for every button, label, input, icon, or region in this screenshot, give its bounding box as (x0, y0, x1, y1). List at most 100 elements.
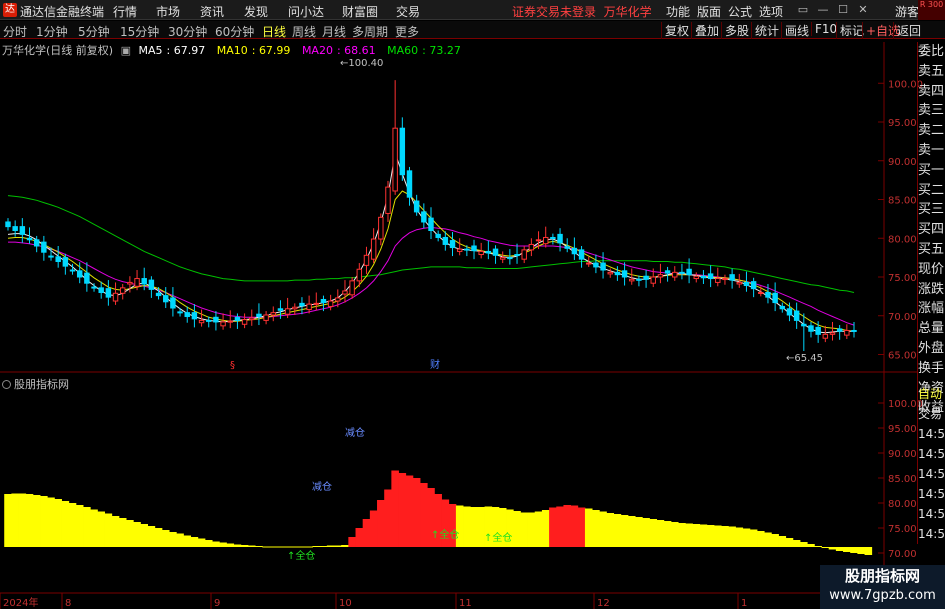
candle-body (514, 254, 520, 257)
indicator-bar (18, 493, 27, 547)
indicator-bar (334, 545, 342, 547)
indicator-bar (785, 538, 794, 547)
indicator-bar (219, 542, 227, 547)
candle-body (363, 254, 370, 266)
indicator-bar (721, 526, 729, 547)
candle-body (349, 280, 355, 296)
candle-body (743, 281, 750, 287)
indicator-toggle-icon[interactable] (2, 380, 11, 389)
indicator-bar (850, 547, 858, 553)
indicator-bar (685, 523, 693, 547)
indicator-bar (742, 528, 751, 547)
candle-body (557, 233, 563, 244)
indicator-bar (857, 547, 865, 554)
candle-body (413, 200, 420, 213)
indicator-bar (649, 519, 658, 547)
indicator-bar (412, 478, 421, 547)
candle-body (564, 246, 570, 249)
candle-body (241, 319, 248, 325)
trade-sidebar: 自动 交易 14:56 14:56 14:56 14:56 14:56 14:5… (917, 384, 945, 544)
candle-body (464, 248, 470, 251)
x-tick-label: 12 (597, 598, 610, 609)
candle-body (700, 275, 707, 279)
candle-body (370, 238, 377, 260)
y-tick-label: 75.00 (888, 273, 917, 284)
sb-trade[interactable]: 交易 (918, 404, 945, 424)
candle-body (378, 216, 384, 240)
sb-sell4: 卖四 (918, 83, 945, 99)
indicator-bar (642, 518, 650, 547)
indicator-bar (778, 536, 787, 547)
candle-body (736, 281, 743, 285)
candle-body (808, 325, 814, 332)
candle-body (499, 257, 506, 260)
candle-body (342, 290, 348, 295)
indicator-bar (90, 509, 98, 547)
candle-body (765, 292, 771, 298)
candle-body (822, 333, 829, 339)
candle-body (779, 305, 786, 310)
candle-body (69, 269, 76, 272)
indicator-bar (570, 505, 579, 547)
candle-body (686, 268, 692, 276)
event-mark-finance[interactable]: 财 (430, 358, 440, 371)
candle-body (528, 243, 535, 251)
candle-body (629, 278, 635, 282)
candle-body (643, 275, 649, 280)
y-tick-label: 90.00 (888, 157, 917, 168)
sb-weibi: 委比 (918, 44, 945, 59)
sb-sell5: 卖五 (918, 63, 945, 79)
indicator-bar (735, 527, 744, 547)
candle-body (62, 257, 69, 267)
y-tick-label: 80.00 (888, 234, 917, 245)
candle-body (220, 321, 226, 327)
indicator-bar (226, 543, 235, 547)
candle-body (263, 314, 269, 321)
indicator-bar (549, 507, 557, 547)
candle-body (578, 249, 585, 260)
sb-time: 14:56 (918, 507, 945, 521)
ma5-line (7, 152, 854, 334)
candle-body (614, 271, 621, 276)
candle-body (213, 316, 219, 323)
candle-body (91, 286, 97, 289)
candle-body (292, 306, 298, 310)
candle-body (758, 292, 764, 294)
indicator-bar (577, 507, 586, 547)
indicator-bar (240, 545, 249, 547)
indicator-bar (384, 489, 392, 547)
indicator-bar (792, 540, 801, 547)
indicator-bar (670, 522, 679, 547)
indicator-bar (183, 535, 192, 547)
indicator-bar (40, 496, 48, 547)
indicator-bar (283, 546, 292, 548)
indicator-bar (800, 542, 808, 547)
watermark: 股朋指标网 www.7gpzb.com (820, 565, 945, 609)
candle-body (335, 297, 341, 302)
candle-body (650, 276, 656, 284)
candle-body (163, 295, 169, 303)
candle-body (664, 270, 671, 274)
candle-body (729, 274, 735, 281)
watermark-title: 股朋指标网 (844, 567, 920, 585)
signal-full-2: ↑全仓 (431, 528, 459, 541)
hi-price-label: ←100.40 (340, 58, 383, 69)
event-mark-s[interactable]: § (230, 360, 235, 371)
kline-chart[interactable]: 100.0095.0090.0085.0080.0075.0070.0065.0… (0, 0, 945, 609)
candle-body (98, 287, 104, 294)
sb-sell1: 卖一 (918, 142, 945, 158)
y-tick-label: 65.00 (888, 351, 917, 362)
quote-sidebar: 委比 卖五 卖四 卖三 卖二 卖一 买一 买二 买三 买四 买五 现价 涨跌 涨… (917, 42, 945, 415)
sb-auto[interactable]: 自动 (918, 384, 945, 404)
y-tick-label: 95.00 (888, 118, 917, 129)
y-tick-label: 90.00 (888, 449, 917, 460)
candle-body (141, 278, 147, 285)
indicator-bar (247, 545, 256, 547)
indicator-bar (47, 497, 55, 547)
candle-body (471, 245, 477, 252)
indicator-bar (97, 511, 105, 547)
indicator-bar (828, 547, 837, 550)
candle-body (621, 270, 628, 278)
indicator-bar (814, 546, 822, 547)
candle-body (392, 127, 398, 192)
